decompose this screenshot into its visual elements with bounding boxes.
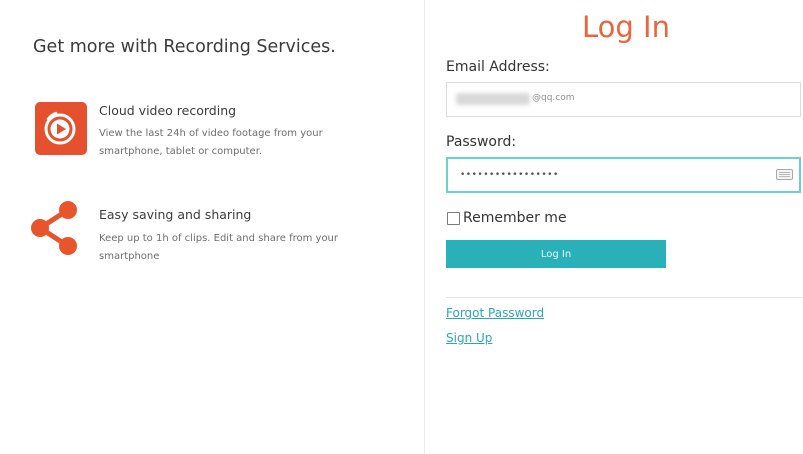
keyboard-icon[interactable] bbox=[776, 169, 793, 180]
forgot-password-link[interactable]: Forgot Password bbox=[446, 306, 544, 320]
password-masked-value: ••••••••••••••••• bbox=[460, 170, 559, 180]
password-field[interactable]: ••••••••••••••••• bbox=[446, 157, 801, 193]
promo-panel: Get more with Recording Services. Cloud … bbox=[0, 0, 424, 454]
feature-desc-saving-sharing: Keep up to 1h of clips. Edit and share f… bbox=[99, 233, 339, 262]
remember-me-checkbox[interactable] bbox=[447, 212, 460, 225]
email-domain-text: @qq.com bbox=[532, 93, 575, 103]
password-label: Password: bbox=[446, 134, 517, 150]
log-in-button[interactable]: Log In bbox=[446, 240, 666, 268]
feature-title-cloud-recording: Cloud video recording bbox=[99, 103, 237, 118]
page-title: Log In bbox=[582, 10, 670, 44]
remember-me-label[interactable]: Remember me bbox=[463, 210, 567, 226]
share-icon bbox=[30, 198, 80, 262]
feature-title-saving-sharing: Easy saving and sharing bbox=[99, 207, 252, 222]
sign-up-link[interactable]: Sign Up bbox=[446, 331, 492, 345]
panel-divider bbox=[424, 0, 425, 454]
form-divider bbox=[446, 297, 803, 298]
email-redacted-text bbox=[456, 93, 530, 105]
feature-desc-cloud-recording: View the last 24h of video footage from … bbox=[99, 128, 323, 157]
promo-title: Get more with Recording Services. bbox=[33, 37, 336, 57]
video-play-icon bbox=[35, 102, 87, 155]
email-label: Email Address: bbox=[446, 59, 550, 75]
